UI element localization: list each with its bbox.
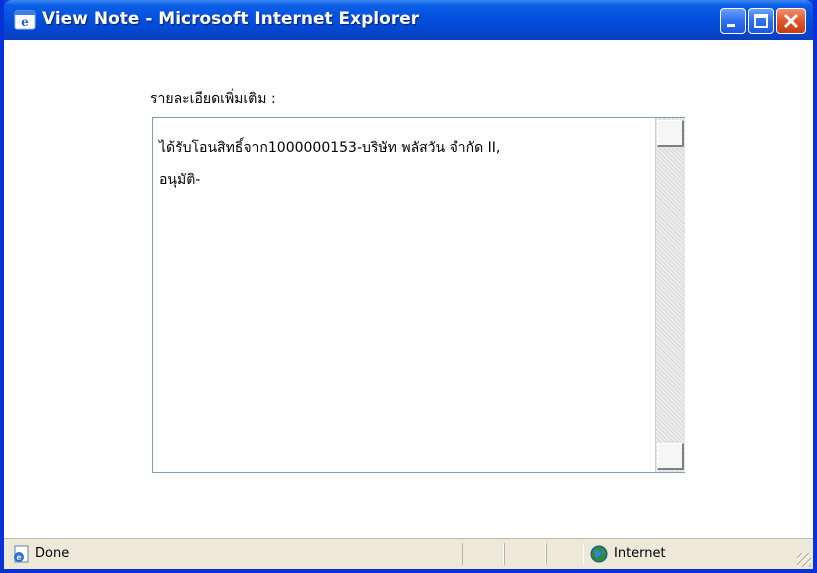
page-done-icon: e [14,545,29,563]
close-icon [783,13,799,29]
svg-text:e: e [16,552,21,562]
globe-icon [590,545,608,563]
scroll-up-button[interactable] [657,120,684,147]
ie-icon: e [14,10,36,30]
maximize-icon [754,14,768,28]
close-button[interactable] [776,8,806,34]
note-label: รายละเอียดเพิ่มเติม : [150,91,276,107]
note-textarea[interactable]: ได้รับโอนสิทธิ์จาก1000000153-บริษัท พลัส… [152,117,685,473]
browser-window: e View Note - Microsoft Internet Explore… [0,0,817,573]
status-pane [504,543,546,565]
scroll-down-button[interactable] [657,443,684,470]
vertical-scrollbar[interactable] [655,118,685,472]
status-pane [462,543,504,565]
maximize-button[interactable] [748,8,774,34]
svg-text:e: e [21,15,29,29]
note-line: ได้รับโอนสิทธิ์จาก1000000153-บริษัท พลัส… [159,140,501,156]
status-pane [546,543,584,565]
resize-grip[interactable] [797,553,811,567]
security-zone: Internet [614,546,666,561]
minimize-button[interactable] [720,8,746,34]
status-bar: e Done Internet [4,538,813,569]
note-text: ได้รับโอนสิทธิ์จาก1000000153-บริษัท พลัส… [159,132,649,196]
status-text: Done [35,546,70,561]
title-bar[interactable]: e View Note - Microsoft Internet Explore… [4,0,813,40]
minimize-icon [727,24,735,27]
note-line: อนุมัติ- [159,172,201,188]
page-content: รายละเอียดเพิ่มเติม : ได้รับโอนสิทธิ์จาก… [4,40,813,538]
window-title: View Note - Microsoft Internet Explorer [42,9,420,29]
